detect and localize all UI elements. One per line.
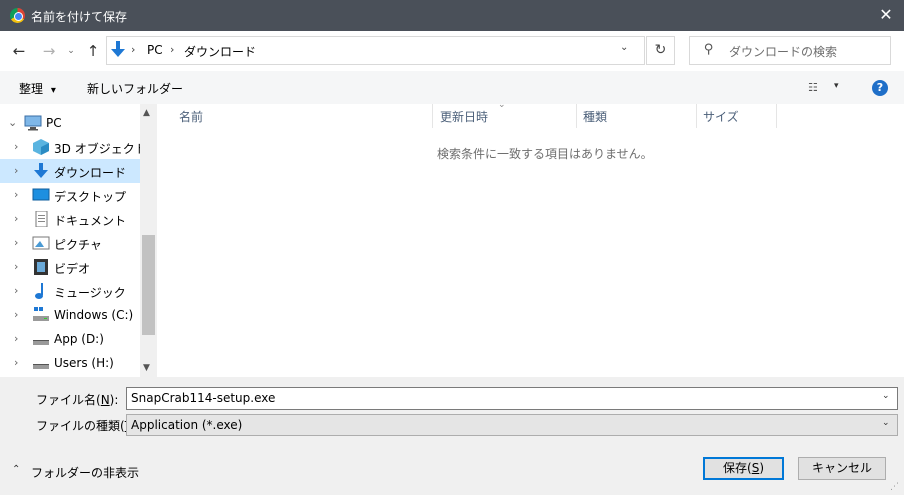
sidebar-item-label: App (D:) [54, 332, 104, 346]
drive-icon [33, 364, 49, 369]
chevron-right-icon[interactable]: › [14, 188, 18, 201]
sidebar-item-label: PC [46, 116, 62, 130]
pictures-icon [32, 236, 50, 250]
sidebar-item-label: ダウンロード [54, 166, 127, 180]
window-title: 名前を付けて保存 [31, 10, 128, 24]
chevron-down-icon[interactable]: ⌄ [8, 116, 17, 129]
scroll-up-icon[interactable]: ▲ [143, 108, 150, 118]
sidebar-item-label: ピクチャ [54, 238, 102, 252]
chevron-right-icon[interactable]: › [14, 260, 18, 273]
recent-locations-button[interactable]: ⌄ [64, 40, 78, 62]
breadcrumb-pc[interactable]: PC [147, 43, 163, 57]
chrome-app-icon [10, 8, 25, 23]
refresh-button[interactable]: ↻ [646, 36, 675, 65]
chevron-right-icon[interactable]: › [14, 212, 18, 225]
filename-dropdown-icon[interactable]: ⌄ [882, 391, 890, 401]
column-divider[interactable] [776, 104, 777, 128]
filename-input[interactable]: SnapCrab114-setup.exe [126, 387, 898, 410]
back-button[interactable]: ← [8, 40, 30, 62]
new-folder-button[interactable]: 新しいフォルダー [87, 80, 183, 97]
sidebar-item-label: Windows (C:) [54, 308, 134, 322]
chevron-right-icon[interactable]: › [14, 308, 18, 321]
windows-drive-icon [33, 307, 49, 321]
sidebar-item-desktop[interactable]: › デスクトップ [0, 183, 140, 207]
videos-icon [34, 259, 48, 275]
address-dropdown-icon[interactable]: ⌄ [620, 42, 628, 53]
column-header-type[interactable]: 種類 [583, 108, 607, 125]
chevron-right-icon[interactable]: › [14, 332, 18, 345]
sidebar-item-pictures[interactable]: › ピクチャ [0, 231, 140, 255]
cancel-button[interactable]: キャンセル [798, 457, 886, 480]
save-button[interactable]: 保存(S) [703, 457, 784, 480]
column-divider[interactable] [432, 104, 433, 128]
close-button[interactable]: ✕ [868, 0, 904, 31]
sidebar-item-label: ビデオ [54, 262, 91, 276]
sidebar-item-windows-c[interactable]: › Windows (C:) [0, 303, 140, 327]
breadcrumb-separator[interactable]: › [170, 43, 174, 56]
sidebar-item-users-h[interactable]: › Users (H:) [0, 351, 140, 375]
hide-folders-button[interactable]: フォルダーの非表示 [31, 464, 139, 481]
column-header-name[interactable]: 名前 [179, 108, 203, 125]
column-header-date-modified[interactable]: 更新日時 [440, 108, 488, 125]
sidebar-item-label: ミュージック [54, 286, 126, 300]
sidebar-item-label: 3D オブジェクト [54, 142, 147, 156]
forward-button[interactable]: → [38, 40, 60, 62]
help-icon[interactable]: ? [872, 80, 888, 96]
search-icon: ⚲ [704, 42, 714, 57]
chevron-right-icon[interactable]: › [14, 236, 18, 249]
pc-icon [24, 115, 42, 131]
chevron-right-icon[interactable]: › [14, 356, 18, 369]
desktop-icon [32, 188, 50, 201]
sidebar-item-3d-objects[interactable]: › 3D オブジェクト [0, 135, 147, 159]
chevron-right-icon[interactable]: › [14, 284, 18, 297]
sidebar-item-music[interactable]: › ミュージック [0, 279, 140, 303]
organize-button[interactable]: 整理 ▾ [19, 80, 56, 97]
sidebar-item-label: ドキュメント [54, 214, 127, 228]
filetype-dropdown-icon[interactable]: ⌄ [882, 418, 890, 428]
empty-message: 検索条件に一致する項目はありません。 [437, 147, 653, 161]
sort-indicator-icon: ⌄ [498, 100, 506, 110]
drive-icon [33, 340, 49, 345]
filetype-select[interactable]: Application (*.exe) [126, 414, 898, 436]
column-divider[interactable] [696, 104, 697, 128]
documents-icon [35, 211, 48, 227]
column-header-size[interactable]: サイズ [703, 108, 739, 125]
up-button[interactable]: ↑ [82, 40, 104, 62]
view-dropdown-icon[interactable]: ▾ [834, 81, 839, 91]
title-bar [0, 0, 904, 31]
scrollbar-thumb[interactable] [142, 235, 155, 335]
music-icon [35, 283, 43, 299]
chevron-right-icon[interactable]: › [14, 164, 18, 177]
search-placeholder: ダウンロードの検索 [729, 45, 838, 59]
view-options-icon[interactable]: ☷ [808, 81, 818, 94]
sidebar-item-videos[interactable]: › ビデオ [0, 255, 140, 279]
3d-objects-icon [33, 139, 49, 155]
chevron-right-icon[interactable]: › [14, 140, 18, 153]
sidebar-item-label: デスクトップ [54, 190, 127, 204]
breadcrumb-downloads[interactable]: ダウンロード [184, 43, 256, 60]
sidebar-item-label: Users (H:) [54, 356, 114, 370]
scroll-down-icon[interactable]: ▼ [143, 363, 150, 373]
sidebar-item-downloads[interactable]: › ダウンロード [0, 159, 140, 183]
download-icon [34, 163, 48, 178]
column-divider[interactable] [576, 104, 577, 128]
organize-label: 整理 [19, 82, 44, 96]
sidebar-item-documents[interactable]: › ドキュメント [0, 207, 140, 231]
resize-grip-icon[interactable]: ⋰ [890, 482, 899, 492]
breadcrumb-separator[interactable]: › [131, 43, 135, 56]
sidebar-item-pc[interactable]: ⌄ PC [0, 111, 140, 135]
chevron-down-icon: ▾ [50, 85, 56, 96]
sidebar-item-app-d[interactable]: › App (D:) [0, 327, 140, 351]
download-icon [111, 41, 125, 57]
chevron-up-icon[interactable]: ⌃ [12, 464, 20, 475]
filename-label: ファイル名(N): [36, 393, 119, 407]
